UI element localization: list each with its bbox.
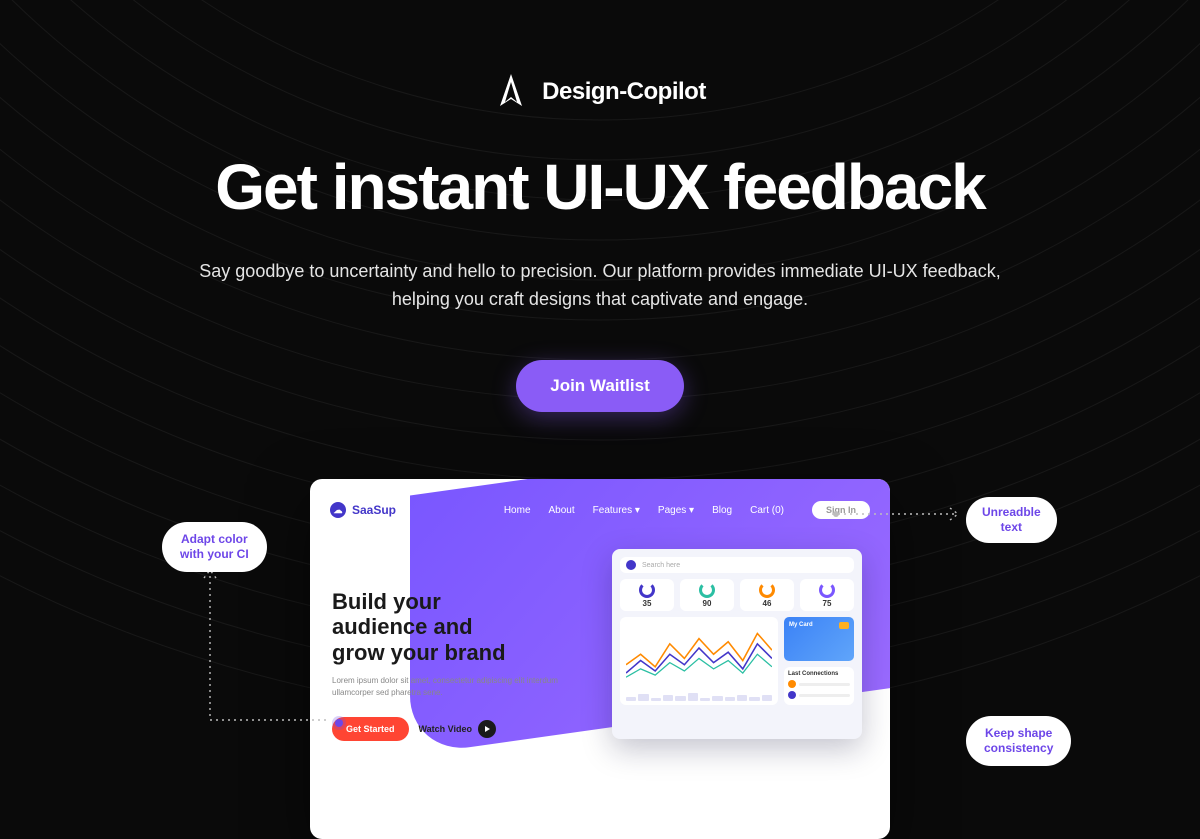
cloud-icon	[626, 560, 636, 570]
callout-connector	[200, 570, 340, 740]
mock-gauge: 90	[680, 579, 734, 611]
mock-watch-video-button: Watch Video	[419, 720, 497, 738]
mock-navbar: ☁ SaaSup Home About Features ▾ Pages ▾ B…	[330, 501, 870, 519]
mock-gauge: 46	[740, 579, 794, 611]
brand-lockup: Design-Copilot	[494, 72, 706, 112]
mock-get-started-button: Get Started	[332, 717, 409, 741]
callout-connector	[832, 504, 972, 524]
mock-hero-title: Build your audience and grow your brand	[332, 589, 562, 665]
brand-name: Design-Copilot	[542, 78, 706, 106]
mock-watch-video-label: Watch Video	[419, 724, 473, 734]
callout-unreadable-text: Unreadble text	[966, 497, 1057, 543]
product-screenshot: ☁ SaaSup Home About Features ▾ Pages ▾ B…	[310, 479, 890, 839]
mock-brand: ☁ SaaSup	[330, 502, 396, 518]
mock-nav-about: About	[549, 505, 575, 516]
join-waitlist-button[interactable]: Join Waitlist	[516, 360, 684, 412]
mock-hero-lorem: Lorem ipsum dolor sit amet, consectetur …	[332, 675, 562, 699]
callout-adapt-color: Adapt color with your CI	[162, 522, 267, 572]
mock-dashboard: Search here 35 90 46 75	[612, 549, 862, 739]
hero-headline: Get instant UI-UX feedback	[215, 150, 985, 224]
mock-nav-features: Features ▾	[593, 505, 640, 516]
mock-brand-name: SaaSup	[352, 503, 396, 517]
mock-nav-cart: Cart (0)	[750, 505, 784, 516]
cloud-upload-icon: ☁	[330, 502, 346, 518]
mock-line-chart	[620, 617, 778, 705]
logo-icon	[494, 72, 528, 112]
mock-menu: Home About Features ▾ Pages ▾ Blog Cart …	[504, 505, 784, 516]
callout-shape-consistency: Keep shape consistency	[966, 716, 1071, 766]
play-icon	[478, 720, 496, 738]
mock-nav-blog: Blog	[712, 505, 732, 516]
hero-subhead: Say goodbye to uncertainty and hello to …	[170, 258, 1030, 314]
mock-search-bar: Search here	[620, 557, 854, 573]
mock-nav-pages: Pages ▾	[658, 505, 694, 516]
mock-credit-card: My Card	[784, 617, 854, 661]
mock-gauge: 75	[800, 579, 854, 611]
mock-nav-home: Home	[504, 505, 531, 516]
mock-last-connections: Last Connections	[784, 667, 854, 705]
mock-gauge: 35	[620, 579, 674, 611]
mock-search-placeholder: Search here	[642, 562, 680, 569]
